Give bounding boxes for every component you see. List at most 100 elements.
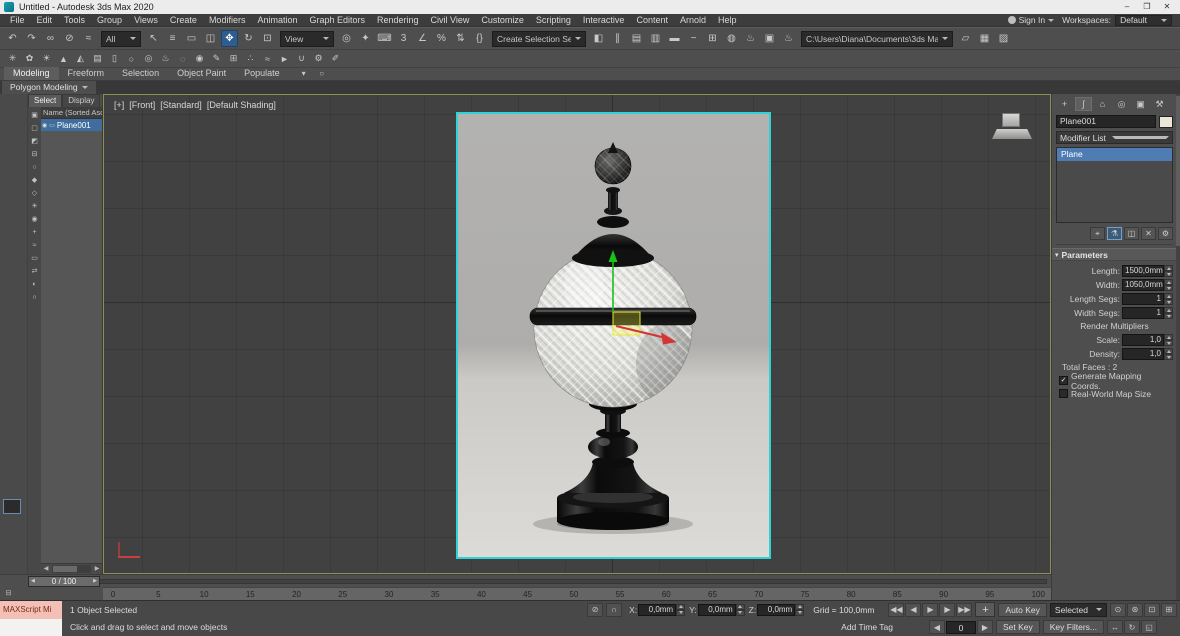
menu-scripting[interactable]: Scripting [530,15,577,25]
use-pivot-center-icon[interactable]: ◎ [338,30,355,47]
time-slider[interactable]: ◀ 0 / 100 ▶ [0,574,1051,587]
object-color-swatch[interactable] [1159,116,1173,128]
parameter-spinner-field[interactable]: 1500,0mm [1122,265,1173,277]
go-to-start-button[interactable]: ◀◀ [888,603,904,617]
scene-script-icon[interactable]: ▨ [995,30,1012,47]
spin-down-icon[interactable] [736,610,745,616]
wave-tool-icon[interactable]: ≈ [260,51,275,66]
time-slider-handle[interactable]: ◀ 0 / 100 ▶ [28,576,100,587]
orbit-icon[interactable]: ↻ [1124,620,1140,634]
minimize-button[interactable]: – [1118,1,1136,13]
explorer-show-shapes-icon[interactable]: ◇ [29,188,40,199]
ribbon-tab-freeform[interactable]: Freeform [59,67,114,80]
select-move-icon[interactable]: ✥ [221,30,238,47]
object-name-field[interactable]: Plane001 [1056,115,1156,128]
workspace-select[interactable]: Default [1115,15,1172,26]
selected-plane-object[interactable] [456,112,771,559]
coordinate-system-select[interactable]: View [280,31,334,47]
render-setup-icon[interactable]: ♨ [742,30,759,47]
set-key-button[interactable]: Set Key [996,620,1040,634]
menu-edit[interactable]: Edit [31,15,59,25]
zoom-region-icon[interactable]: ⊞ [1161,603,1177,617]
rollout-collapse-icon[interactable]: ▾ [1055,251,1059,259]
menu-animation[interactable]: Animation [251,15,303,25]
explorer-tab-select[interactable]: Select [28,94,62,107]
select-by-name-icon[interactable]: ≡ [164,30,181,47]
spinner-snap-icon[interactable]: ⇅ [452,30,469,47]
magnet-tool-icon[interactable]: ∪ [294,51,309,66]
maxscript-mini-listener[interactable] [0,619,62,636]
menu-graph-editors[interactable]: Graph Editors [303,15,371,25]
menu-views[interactable]: Views [128,15,164,25]
coordinate-field[interactable]: X: 0,0mm [625,604,685,616]
close-button[interactable]: ✕ [1158,1,1176,13]
explorer-tab-display[interactable]: Display [62,94,100,107]
tab-polygon-modeling[interactable]: Polygon Modeling [2,81,96,94]
viewport-standard-menu[interactable]: [Standard] [160,100,202,110]
selection-filter-select[interactable]: All [101,31,141,47]
ribbon-tab-modeling[interactable]: Modeling [4,67,59,80]
parameter-spinner-field[interactable]: 1 [1122,307,1173,319]
explorer-show-materials-icon[interactable]: ◐ [29,279,40,290]
eye-tool-icon[interactable]: ◉ [192,51,207,66]
book-tool-icon[interactable]: ▤ [90,51,105,66]
select-manipulate-icon[interactable]: ✦ [357,30,374,47]
bind-spacewarp-icon[interactable]: ≈ [80,30,97,47]
explorer-show-groups-icon[interactable]: ▭ [29,253,40,264]
render-production-icon[interactable]: ♨ [780,30,797,47]
checkbox[interactable]: ✓ [1059,376,1068,385]
teapot-tool-icon[interactable]: ♨ [158,51,173,66]
parameter-spinner-field[interactable]: 1,0 [1122,348,1173,360]
make-unique-icon[interactable]: ◫ [1124,227,1139,240]
sign-in-menu[interactable]: Sign In [1008,15,1054,25]
window-crossing-icon[interactable]: ◫ [202,30,219,47]
menu-interactive[interactable]: Interactive [577,15,631,25]
ribbon-config-icon[interactable]: ○ [316,68,328,80]
dashed-circle-tool-icon[interactable]: ◌ [175,51,190,66]
select-scale-icon[interactable]: ⊡ [259,30,276,47]
selection-lock-icon[interactable]: ∩ [606,603,622,617]
ribbon-toggle-icon[interactable]: ▬ [666,30,683,47]
scroll-left-icon[interactable]: ◀ [41,564,51,574]
configure-modifier-sets-icon[interactable]: ⚙ [1158,227,1173,240]
keyboard-override-icon[interactable]: ⌨ [376,30,393,47]
layer-manager-icon[interactable]: ▤ [628,30,645,47]
add-time-tag-button[interactable]: Add Time Tag [841,622,893,632]
unlink-icon[interactable]: ⊘ [61,30,78,47]
explorer-find-icon[interactable]: ○ [29,162,40,173]
schematic-view-icon[interactable]: ⊞ [704,30,721,47]
project-path-select[interactable]: C:\Users\Diana\Documents\3ds Max 2020 [801,31,953,47]
previous-frame-button[interactable]: ◀ [905,603,921,617]
spin-down-icon[interactable] [1164,340,1173,346]
gear-tool-icon[interactable]: ⚙ [311,51,326,66]
viewcube-base[interactable] [992,129,1032,139]
explorer-select-none-icon[interactable]: ▢ [29,123,40,134]
explorer-name-column-header[interactable]: Name (Sorted Asce [41,107,102,119]
rendered-frame-icon[interactable]: ▣ [761,30,778,47]
curve-editor-icon[interactable]: ~ [685,30,702,47]
spin-down-icon[interactable] [1164,285,1173,291]
zoom-all-icon[interactable]: ⊛ [1127,603,1143,617]
project-folder-icon[interactable]: ▱ [957,30,974,47]
box-tool-icon[interactable]: ▯ [107,51,122,66]
next-frame-icon[interactable]: ▶ [93,578,97,584]
checkbox[interactable] [1059,389,1068,398]
scene-explorer-toggle-icon[interactable]: ▥ [647,30,664,47]
remove-modifier-icon[interactable]: ✕ [1141,227,1156,240]
isolate-selection-icon[interactable]: ⊘ [587,603,603,617]
menu-rendering[interactable]: Rendering [371,15,425,25]
grid-tool-icon[interactable]: ⊞ [226,51,241,66]
menu-group[interactable]: Group [91,15,128,25]
explorer-show-cameras-icon[interactable]: ◉ [29,214,40,225]
docked-panel-icon[interactable] [3,499,21,514]
current-frame-stepper[interactable]: ◀ 0 ▶ [929,620,993,634]
ribbon-tab-object-paint[interactable]: Object Paint [168,67,235,80]
menu-file[interactable]: File [4,15,31,25]
scrollbar-thumb[interactable] [53,566,77,572]
align-icon[interactable]: ∥ [609,30,626,47]
modify-tab-icon[interactable]: ∫ [1075,97,1092,111]
selection-region-icon[interactable]: ▭ [183,30,200,47]
torus-tool-icon[interactable]: ◎ [141,51,156,66]
parameters-rollout-header[interactable]: ▾ Parameters [1052,248,1180,261]
go-to-end-button[interactable]: ▶▶ [956,603,972,617]
